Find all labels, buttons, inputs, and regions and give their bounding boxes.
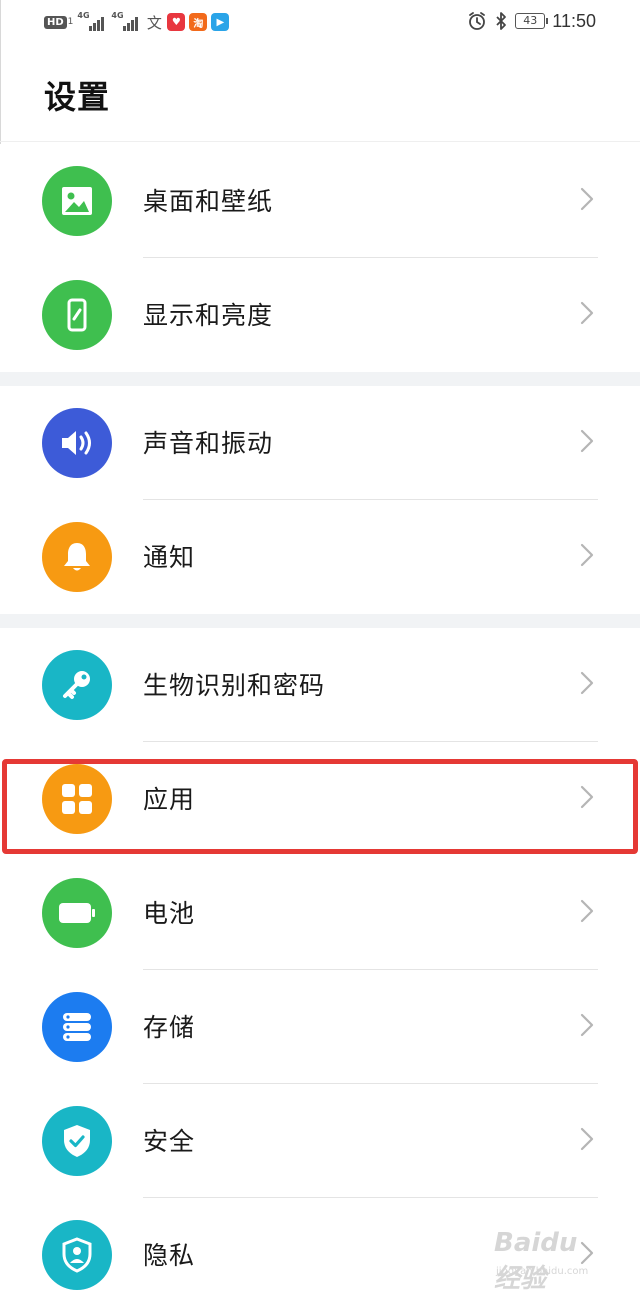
setting-item-label: 生物识别和密码 [143, 671, 326, 700]
key-icon [42, 650, 112, 720]
signal-icon: 4G [111, 11, 141, 32]
delivery-icon: ▶ [211, 13, 230, 31]
setting-item-label: 显示和亮度 [143, 301, 274, 330]
chevron-right-icon [580, 899, 594, 923]
hd-voice-icon: HD [44, 15, 67, 29]
signal-label: 4G [77, 11, 90, 20]
setting-item-notifications[interactable]: 通知 [0, 500, 640, 614]
watermark-url: jingyan.baidu.com [496, 1266, 589, 1277]
display-icon [42, 280, 112, 350]
status-bar-right: 43 11:50 [467, 9, 596, 33]
setting-item-display[interactable]: 显示和亮度 [0, 258, 640, 372]
bell-icon [42, 522, 112, 592]
page-title: 设置 [44, 78, 111, 116]
clock: 11:50 [552, 10, 596, 31]
bluetooth-icon [496, 12, 507, 30]
storage-icon [42, 992, 112, 1062]
setting-item-security[interactable]: 安全 [0, 1084, 640, 1198]
setting-item-label: 存储 [143, 1013, 196, 1042]
setting-item-sound[interactable]: 声音和振动 [0, 386, 640, 500]
setting-item-label: 桌面和壁纸 [143, 187, 274, 216]
chevron-right-icon [580, 187, 594, 211]
battery-indicator: 43 [515, 13, 549, 29]
setting-item-wallpaper[interactable]: 桌面和壁纸 [0, 144, 640, 258]
hd-sub-label: 1 [67, 17, 74, 27]
alarm-icon [469, 12, 486, 30]
status-bar-left: HD 1 4G 4G 文 ♥ 淘 ▶ [44, 10, 230, 34]
setting-item-storage[interactable]: 存储 [0, 970, 640, 1084]
battery-icon [42, 878, 112, 948]
baidu-watermark: Baidu 经验 jingyan.baidu.com [494, 1228, 612, 1294]
shield-check-icon [42, 1106, 112, 1176]
setting-item-label: 安全 [143, 1127, 196, 1156]
setting-item-label: 通知 [143, 543, 196, 572]
setting-item-label: 电池 [143, 899, 196, 928]
watermark-brand: Baidu 经验 [494, 1228, 578, 1294]
setting-item-label: 声音和振动 [143, 429, 274, 458]
group-separator [0, 614, 640, 628]
status-bar: HD 1 4G 4G 文 ♥ 淘 ▶ 43 11:50 [0, 0, 640, 44]
privacy-icon [42, 1220, 112, 1290]
sound-icon [42, 408, 112, 478]
title-divider [0, 141, 640, 142]
wallpaper-icon [42, 166, 112, 236]
chevron-right-icon [580, 543, 594, 567]
alipay-red-icon: ♥ [167, 13, 186, 31]
wen-app-icon: 文 [146, 13, 162, 32]
setting-item-label: 隐私 [143, 1241, 196, 1270]
chevron-right-icon [580, 1013, 594, 1037]
group-separator [0, 372, 640, 386]
highlight-box [2, 759, 638, 854]
setting-item-biometrics[interactable]: 生物识别和密码 [0, 628, 640, 742]
signal-icon: 4G [77, 11, 107, 32]
setting-item-battery[interactable]: 电池 [0, 856, 640, 970]
chevron-right-icon [580, 1127, 594, 1151]
signal-label: 4G [111, 11, 124, 20]
taobao-icon: 淘 [189, 13, 208, 31]
chevron-right-icon [580, 671, 594, 695]
chevron-right-icon [580, 301, 594, 325]
chevron-right-icon [580, 429, 594, 453]
